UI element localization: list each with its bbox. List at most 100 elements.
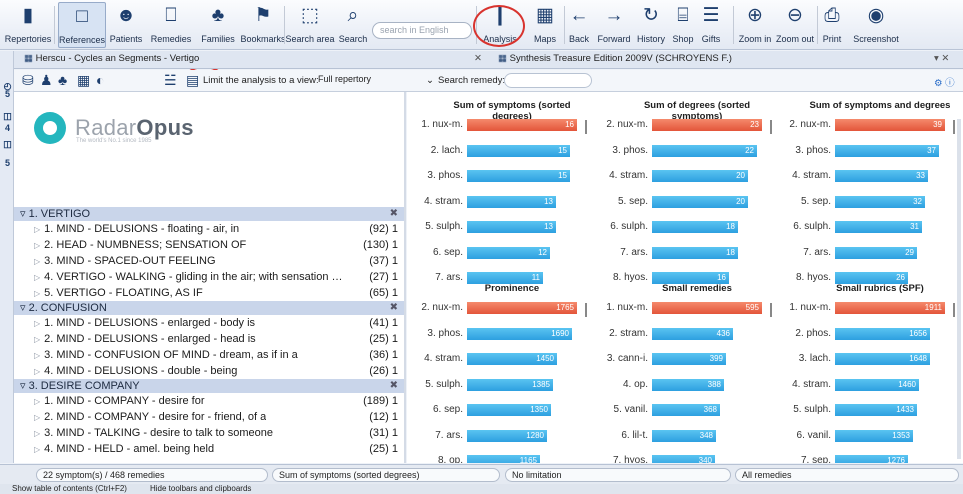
chart-bar[interactable]: 1656: [835, 327, 930, 340]
hide-toolbars-link[interactable]: Hide toolbars and clipboards: [150, 484, 251, 494]
rubric-row[interactable]: ▷ 1. MIND - DELUSIONS - enlarged - body i…: [14, 315, 405, 331]
chart-remedy-label[interactable]: 5. sulph.: [781, 403, 831, 417]
expand-arrow-icon[interactable]: ▷: [34, 351, 40, 360]
rubric-row[interactable]: ▷ 1. MIND - DELUSIONS - floating - air, i…: [14, 221, 405, 237]
toolbar-remedies-button[interactable]: ⎕ Remedies: [149, 2, 193, 48]
expand-arrow-icon[interactable]: ▷: [34, 273, 40, 282]
toolbar-bookmarks-button[interactable]: ⚑ Bookmarks: [241, 2, 286, 48]
chart-bar[interactable]: 1460: [835, 378, 919, 391]
rubric-row[interactable]: ▷ 2. MIND - COMPANY - desire for - friend…: [14, 409, 405, 425]
chart-bar[interactable]: 29: [835, 246, 917, 259]
chart-remedy-label[interactable]: 6. lil-t.: [598, 429, 648, 443]
expand-arrow-icon[interactable]: ▷: [34, 445, 40, 454]
chart-remedy-label[interactable]: 5. vanil.: [598, 403, 648, 417]
chart-scrollbar[interactable]: [770, 120, 772, 134]
chart-bar[interactable]: 388: [652, 378, 724, 391]
expand-arrow-icon[interactable]: ▷: [34, 319, 40, 328]
chart-bar[interactable]: 13: [467, 195, 556, 208]
expand-arrow-icon[interactable]: ▷: [34, 289, 40, 298]
toolbar-zoom-in-button[interactable]: ⊕ Zoom in: [737, 2, 773, 48]
group-close-icon[interactable]: ✖: [390, 301, 398, 315]
tab-case[interactable]: ▦ Herscu - Cycles an Segments - Vertigo: [24, 53, 199, 64]
chart-remedy-label[interactable]: 2. nux-m.: [781, 118, 831, 132]
search-remedy-input[interactable]: [504, 73, 592, 88]
map-icon[interactable]: ▦: [77, 72, 90, 89]
tab-menu-chevron-icon[interactable]: ▾ ✕: [934, 53, 949, 64]
chart-remedy-label[interactable]: 8. op.: [413, 454, 463, 463]
rubric-row[interactable]: ▷ 4. MIND - DELUSIONS - double - being (26…: [14, 363, 405, 379]
chart-bar[interactable]: 340: [652, 455, 715, 463]
chart-remedy-label[interactable]: 6. vanil.: [781, 429, 831, 443]
chart-bar[interactable]: 1648: [835, 353, 930, 365]
symptom-group[interactable]: ▿ 3. DESIRE COMPANY ✖: [14, 379, 405, 393]
chart-bar[interactable]: 368: [652, 404, 720, 416]
chart-remedy-label[interactable]: 3. phos.: [413, 169, 463, 183]
chart-remedy-label[interactable]: 3. phos.: [781, 144, 831, 158]
toolbar-shop-button[interactable]: ⌸ Shop: [670, 2, 696, 48]
chart-scrollbar[interactable]: [953, 303, 955, 317]
expand-arrow-icon[interactable]: ▷: [34, 367, 40, 376]
toolbar-zoom-out-button[interactable]: ⊖ Zoom out: [775, 2, 815, 48]
expand-arrow-icon[interactable]: ▷: [34, 241, 40, 250]
chart-bar[interactable]: 436: [652, 327, 733, 340]
symptom-group[interactable]: ▿ 1. VERTIGO ✖: [14, 207, 405, 221]
show-toc-link[interactable]: Show table of contents (Ctrl+F2): [12, 484, 127, 494]
chart-remedy-label[interactable]: 6. sulph.: [598, 220, 648, 234]
chart-remedy-label[interactable]: 7. ars.: [413, 429, 463, 443]
chart-remedy-label[interactable]: 4. stram.: [413, 195, 463, 209]
splitter[interactable]: [404, 92, 406, 463]
chart-remedy-label[interactable]: 1. nux-m.: [598, 301, 648, 315]
chart-bar[interactable]: 399: [652, 353, 726, 365]
chart-scrollbar[interactable]: [585, 303, 587, 317]
case-icon[interactable]: ⛁: [22, 72, 34, 89]
toolbar-patients-button[interactable]: ☻ Patients: [107, 2, 145, 48]
globe-icon[interactable]: ◐: [96, 72, 104, 88]
chart-scrollbar[interactable]: [953, 120, 955, 134]
chart-remedy-label[interactable]: 5. sep.: [781, 195, 831, 209]
person-icon[interactable]: ♟: [40, 72, 53, 89]
rubric-row[interactable]: ▷ 4. VERTIGO - WALKING - gliding in the a…: [14, 269, 405, 285]
chart-remedy-label[interactable]: 3. phos.: [413, 327, 463, 341]
chart-remedy-label[interactable]: 2. nux-m.: [598, 118, 648, 132]
chart-bar[interactable]: 23: [652, 119, 762, 131]
rubric-row[interactable]: ▷ 3. MIND - SPACED-OUT FEELING (37) 1: [14, 253, 405, 269]
chart-bar[interactable]: 1765: [467, 302, 577, 314]
chart-bar[interactable]: 39: [835, 119, 945, 131]
chart-bar[interactable]: 595: [652, 302, 762, 314]
chart-remedy-label[interactable]: 5. sulph.: [413, 378, 463, 392]
rubric-row[interactable]: ▷ 2. MIND - DELUSIONS - enlarged - head i…: [14, 331, 405, 347]
chart-remedy-label[interactable]: 4. stram.: [781, 169, 831, 183]
chart-bar[interactable]: 16: [467, 119, 577, 131]
chart-bar[interactable]: 15: [467, 144, 570, 157]
toolbar-print-button[interactable]: ⎙ Print: [819, 2, 845, 48]
chart-remedy-label[interactable]: 5. sulph.: [413, 220, 463, 234]
group-close-icon[interactable]: ✖: [390, 379, 398, 393]
chart-bar[interactable]: 18: [652, 221, 738, 233]
view-list-icon[interactable]: ▤: [186, 72, 199, 89]
clipboard-3-icon[interactable]: ◫: [2, 139, 13, 150]
expand-arrow-icon[interactable]: ▷: [34, 257, 40, 266]
chart-bar[interactable]: 32: [835, 195, 925, 208]
toolbar-repertories-button[interactable]: ▮ Repertories: [2, 2, 54, 48]
chart-remedy-label[interactable]: 3. phos.: [598, 144, 648, 158]
toolbar-gifts-button[interactable]: ☰ Gifts: [697, 2, 725, 48]
rubric-row[interactable]: ▷ 3. MIND - TALKING - desire to talk to s…: [14, 425, 405, 441]
status-remedies[interactable]: All remedies: [735, 468, 959, 482]
chart-bar[interactable]: 37: [835, 144, 939, 157]
chart-remedy-label[interactable]: 7. sep.: [781, 454, 831, 463]
view-select-chevron-icon[interactable]: ⌄: [426, 75, 434, 86]
rubric-row[interactable]: ▷ 3. MIND - CONFUSION OF MIND - dream, as…: [14, 347, 405, 363]
rubric-row[interactable]: ▷ 1. MIND - COMPANY - desire for (189) 1: [14, 393, 405, 409]
filter-icon[interactable]: ☱: [164, 72, 177, 89]
chart-bar[interactable]: 1911: [835, 302, 945, 314]
tree-icon[interactable]: ♣: [58, 72, 67, 88]
status-limitation[interactable]: No limitation: [505, 468, 731, 482]
chart-remedy-label[interactable]: 1. nux-m.: [413, 118, 463, 132]
toolbar-back-button[interactable]: ← Back: [566, 2, 592, 48]
charts-scrollbar[interactable]: [957, 119, 961, 459]
chart-remedy-label[interactable]: 2. lach.: [413, 144, 463, 158]
expand-arrow-icon[interactable]: ▷: [34, 335, 40, 344]
chart-remedy-label[interactable]: 2. phos.: [781, 327, 831, 341]
toolbar-search-button[interactable]: ⌕ Search: [337, 2, 369, 48]
chart-bar[interactable]: 1276: [835, 455, 908, 463]
